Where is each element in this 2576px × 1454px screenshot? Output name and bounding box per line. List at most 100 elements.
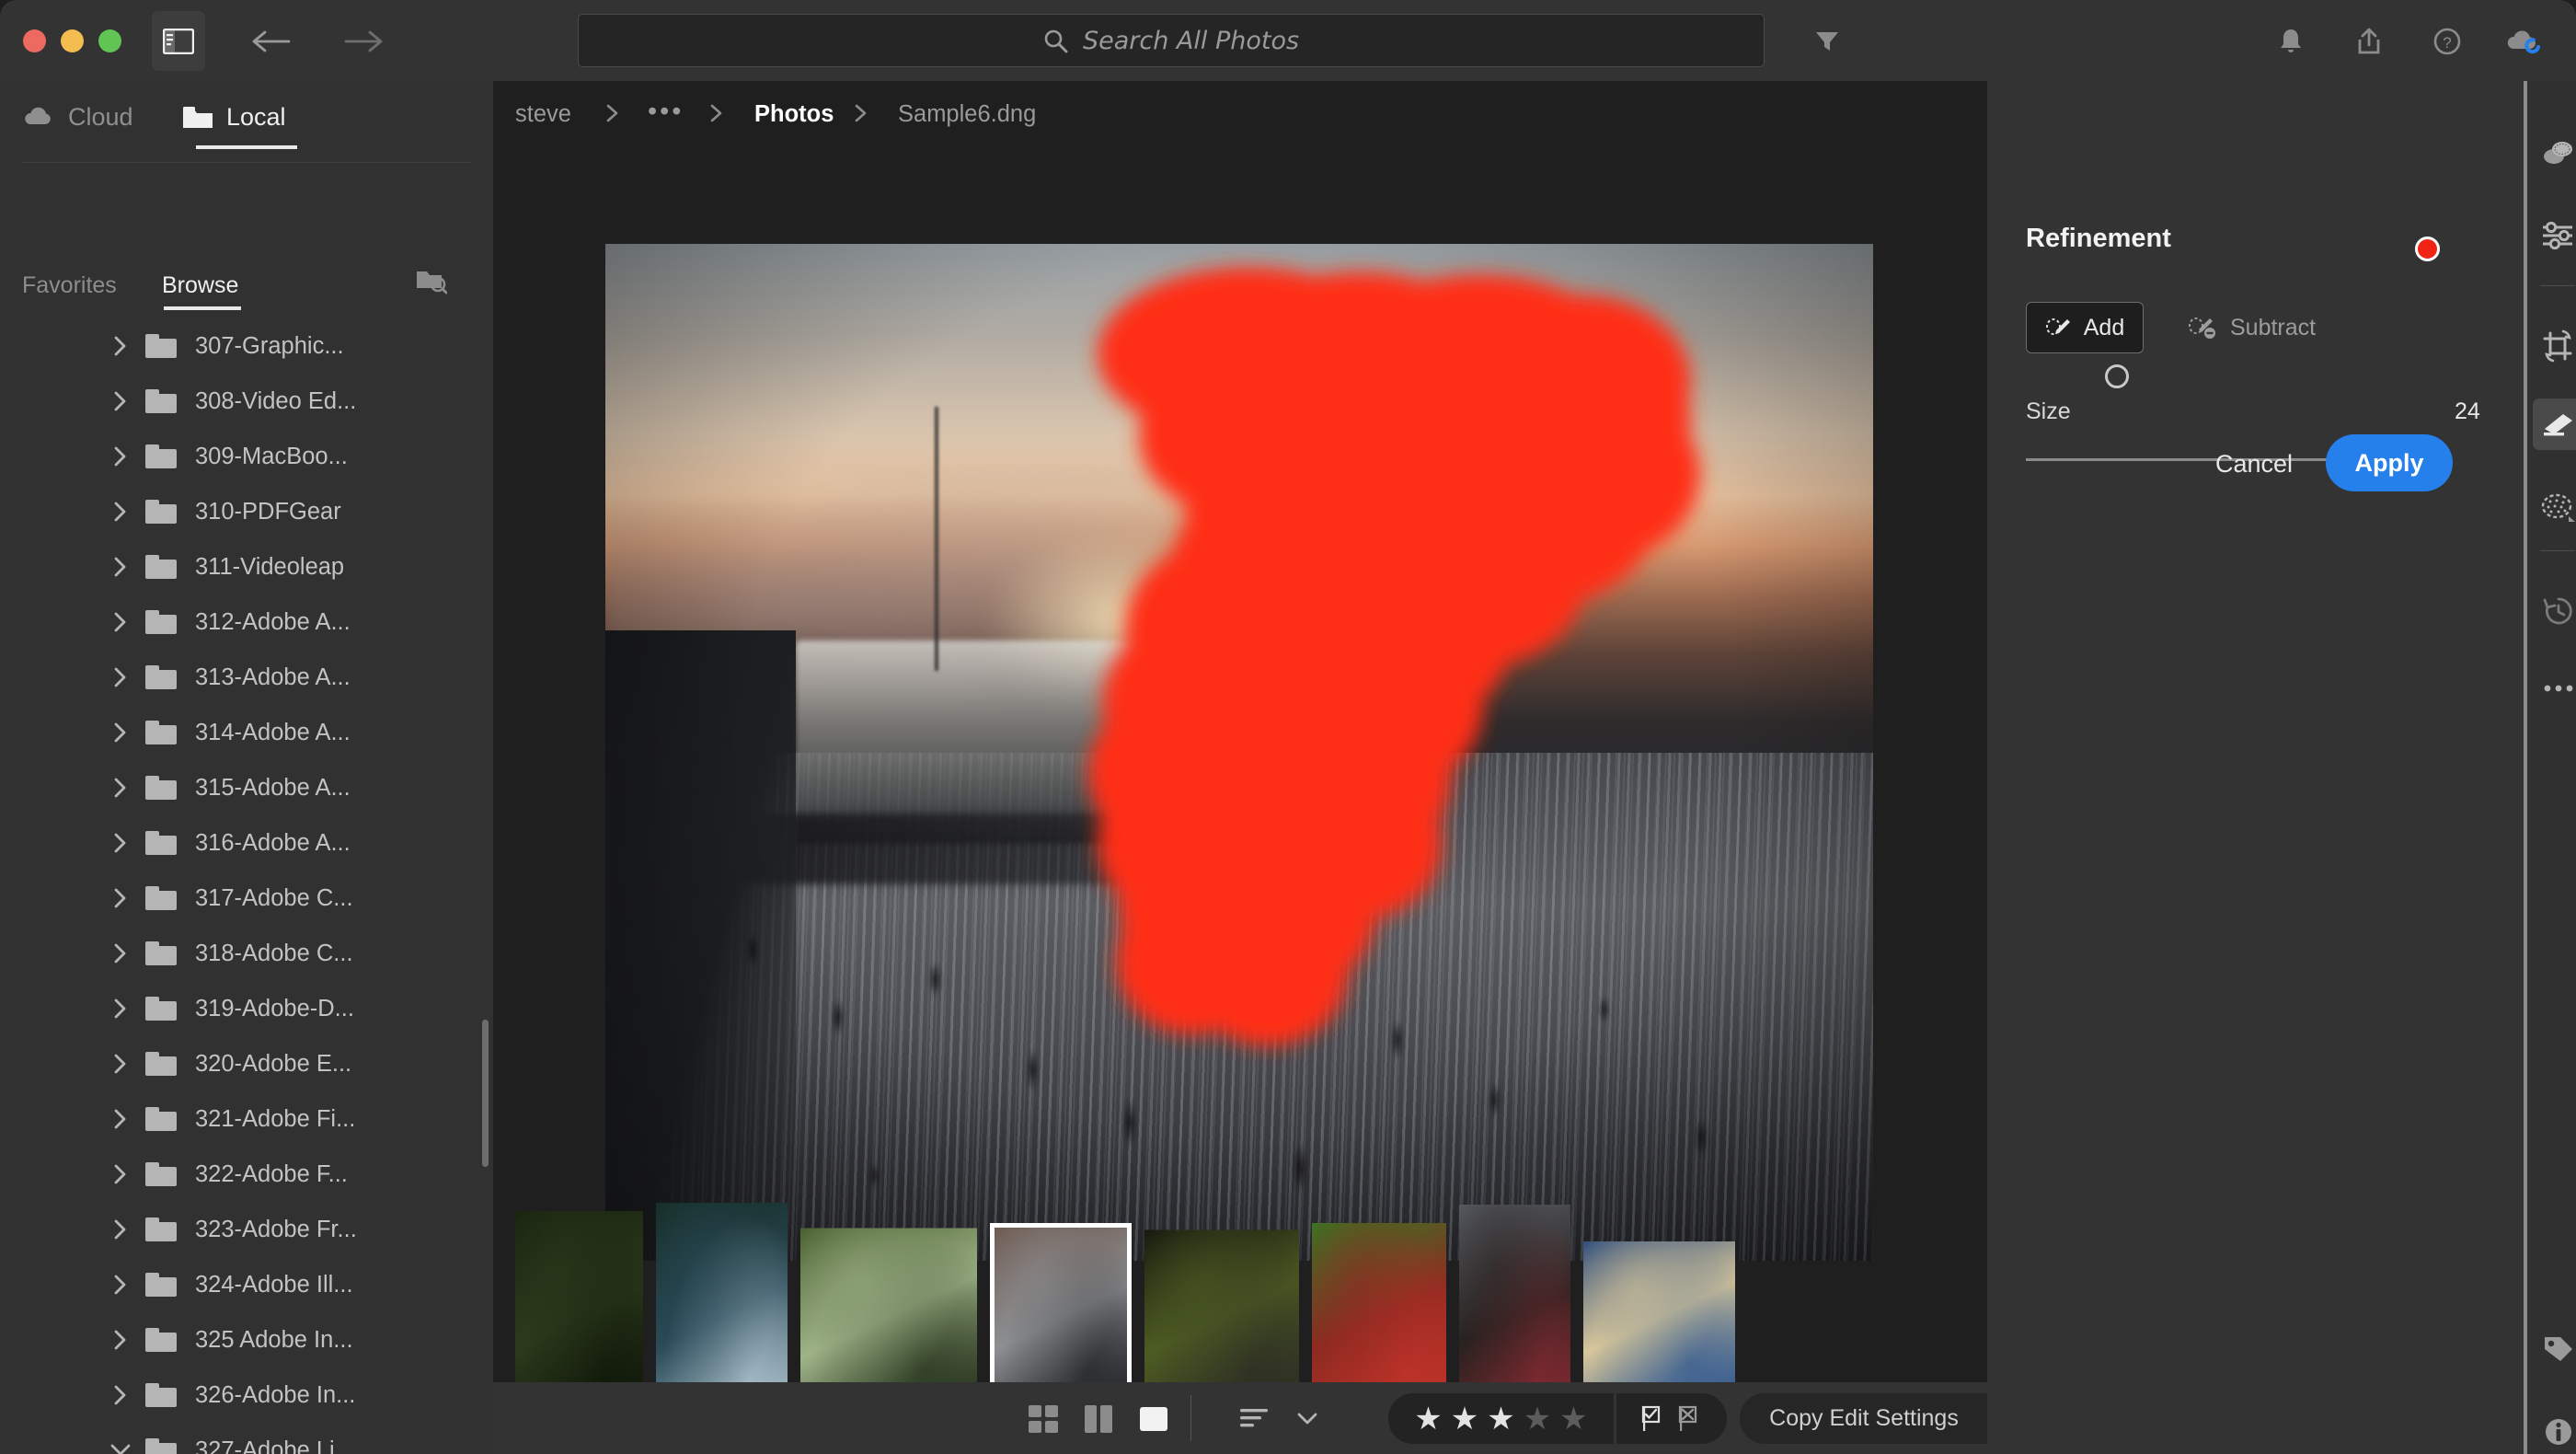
folder-row[interactable]: 321-Adobe Fi... <box>0 1091 493 1147</box>
help-circle-icon[interactable]: ? <box>2422 20 2472 63</box>
crop-rotate-icon[interactable] <box>2533 320 2576 372</box>
breadcrumb-item-1[interactable]: ••• <box>648 97 684 127</box>
chevron-right-icon[interactable] <box>110 612 131 632</box>
copy-edit-settings-button[interactable]: Copy Edit Settings <box>1740 1393 1988 1444</box>
chevron-right-icon[interactable] <box>110 1385 131 1405</box>
brush-size-slider-thumb[interactable] <box>2105 364 2129 388</box>
chevron-right-icon[interactable] <box>110 1164 131 1184</box>
chevron-right-icon[interactable] <box>110 778 131 798</box>
chevron-down-icon[interactable] <box>1294 1402 1321 1436</box>
chevron-right-icon[interactable] <box>110 888 131 908</box>
chevron-right-icon[interactable] <box>110 391 131 411</box>
star-icon[interactable]: ★ <box>1524 1403 1551 1435</box>
filter-funnel-icon[interactable] <box>1808 24 1846 59</box>
cancel-button[interactable]: Cancel <box>2190 440 2318 488</box>
chevron-right-icon[interactable] <box>110 1219 131 1240</box>
breadcrumb-item-3[interactable]: Sample6.dng <box>898 101 1036 128</box>
chevron-right-icon[interactable] <box>110 1275 131 1295</box>
versions-history-icon[interactable] <box>2533 585 2576 637</box>
search-input[interactable]: Search All Photos <box>578 14 1765 67</box>
share-icon[interactable] <box>2344 20 2394 63</box>
folder-tree[interactable]: 307-Graphic... 308-Video Ed... 309-MacBoo.… <box>0 318 493 1454</box>
chevron-right-icon[interactable] <box>110 998 131 1019</box>
folder-row[interactable]: 308-Video Ed... <box>0 374 493 429</box>
flag-pick-icon[interactable] <box>1641 1405 1665 1433</box>
chevron-right-icon[interactable] <box>110 502 131 522</box>
folder-row[interactable]: 327-Adobe Li... <box>0 1423 493 1454</box>
masking-icon[interactable] <box>2533 481 2576 533</box>
flag-reject-icon[interactable] <box>1678 1405 1702 1433</box>
chevron-right-icon[interactable] <box>110 943 131 964</box>
folder-icon <box>182 105 213 130</box>
add-brush-button[interactable]: Add <box>2026 302 2144 353</box>
filmstrip-thumbnail[interactable] <box>1583 1241 1735 1403</box>
folder-row[interactable]: 312-Adobe A... <box>0 594 493 650</box>
breadcrumb-item-2[interactable]: Photos <box>754 101 834 128</box>
sort-icon[interactable] <box>1236 1402 1273 1436</box>
back-navigation-button[interactable] <box>244 22 299 61</box>
star-rating[interactable]: ★ ★ ★ ★ ★ <box>1388 1393 1614 1444</box>
folder-row[interactable]: 316-Adobe A... <box>0 815 493 871</box>
folder-row[interactable]: 311-Videoleap <box>0 539 493 594</box>
filmstrip[interactable] <box>493 1203 1987 1442</box>
grid-view-icon[interactable] <box>1025 1402 1062 1436</box>
folder-row[interactable]: 324-Adobe Ill... <box>0 1257 493 1312</box>
chevron-right-icon[interactable] <box>110 1330 131 1350</box>
star-icon[interactable]: ★ <box>1451 1403 1478 1435</box>
folder-row[interactable]: 310-PDFGear <box>0 484 493 539</box>
star-icon[interactable]: ★ <box>1414 1403 1442 1435</box>
chevron-right-icon[interactable] <box>110 1109 131 1129</box>
subtract-brush-button[interactable]: Subtract <box>2188 302 2358 353</box>
photo-preview[interactable] <box>605 244 1873 1261</box>
source-tab-cloud[interactable]: Cloud <box>22 96 133 138</box>
mask-color-swatch[interactable] <box>2415 237 2440 261</box>
star-icon[interactable]: ★ <box>1559 1403 1587 1435</box>
folder-row[interactable]: 320-Adobe E... <box>0 1036 493 1091</box>
sidebar-tab-favorites[interactable]: Favorites <box>22 272 117 299</box>
maximize-window-button[interactable] <box>98 29 121 52</box>
breadcrumb-item-0[interactable]: steve <box>515 101 571 128</box>
folder-row[interactable]: 314-Adobe A... <box>0 705 493 760</box>
chevron-right-icon[interactable] <box>110 557 131 577</box>
chevron-right-icon[interactable] <box>110 336 131 356</box>
toolbar-divider <box>1190 1395 1191 1441</box>
flag-group[interactable] <box>1616 1393 1727 1444</box>
bell-icon[interactable] <box>2266 20 2316 63</box>
folder-row[interactable]: 307-Graphic... <box>0 318 493 374</box>
close-window-button[interactable] <box>23 29 46 52</box>
apply-button[interactable]: Apply <box>2326 434 2453 491</box>
folder-row[interactable]: 323-Adobe Fr... <box>0 1202 493 1257</box>
presets-icon[interactable] <box>2533 127 2576 179</box>
chevron-down-icon[interactable] <box>110 1440 131 1454</box>
folder-row[interactable]: 326-Adobe In... <box>0 1367 493 1423</box>
single-view-icon[interactable] <box>1135 1402 1172 1436</box>
star-icon[interactable]: ★ <box>1487 1403 1514 1435</box>
chevron-right-icon[interactable] <box>110 722 131 743</box>
chevron-right-icon[interactable] <box>110 1054 131 1074</box>
forward-navigation-button[interactable] <box>336 22 391 61</box>
folder-row[interactable]: 315-Adobe A... <box>0 760 493 815</box>
folder-row[interactable]: 317-Adobe C... <box>0 871 493 926</box>
cloud-sync-icon[interactable] <box>2499 20 2548 63</box>
edit-sliders-icon[interactable] <box>2533 210 2576 261</box>
info-icon[interactable] <box>2533 1406 2576 1454</box>
compare-view-icon[interactable] <box>1080 1402 1117 1436</box>
keywords-tag-icon[interactable] <box>2533 1323 2576 1375</box>
folder-row[interactable]: 319-Adobe-D... <box>0 981 493 1036</box>
chevron-right-icon[interactable] <box>110 667 131 687</box>
left-panel-toggle-icon[interactable] <box>152 11 205 71</box>
more-options-icon[interactable] <box>2533 663 2576 714</box>
chevron-right-icon[interactable] <box>110 446 131 467</box>
folder-row[interactable]: 313-Adobe A... <box>0 650 493 705</box>
healing-brush-icon[interactable] <box>2533 398 2576 450</box>
folder-row[interactable]: 318-Adobe C... <box>0 926 493 981</box>
folder-row[interactable]: 309-MacBoo... <box>0 429 493 484</box>
sidebar-scrollbar-thumb[interactable] <box>482 1020 489 1167</box>
source-tab-local[interactable]: Local <box>182 96 286 138</box>
folder-row[interactable]: 325 Adobe In... <box>0 1312 493 1367</box>
minimize-window-button[interactable] <box>61 29 84 52</box>
folder-search-icon[interactable] <box>416 267 458 306</box>
chevron-right-icon[interactable] <box>110 833 131 853</box>
sidebar-tab-browse[interactable]: Browse <box>162 272 238 299</box>
folder-row[interactable]: 322-Adobe F... <box>0 1147 493 1202</box>
